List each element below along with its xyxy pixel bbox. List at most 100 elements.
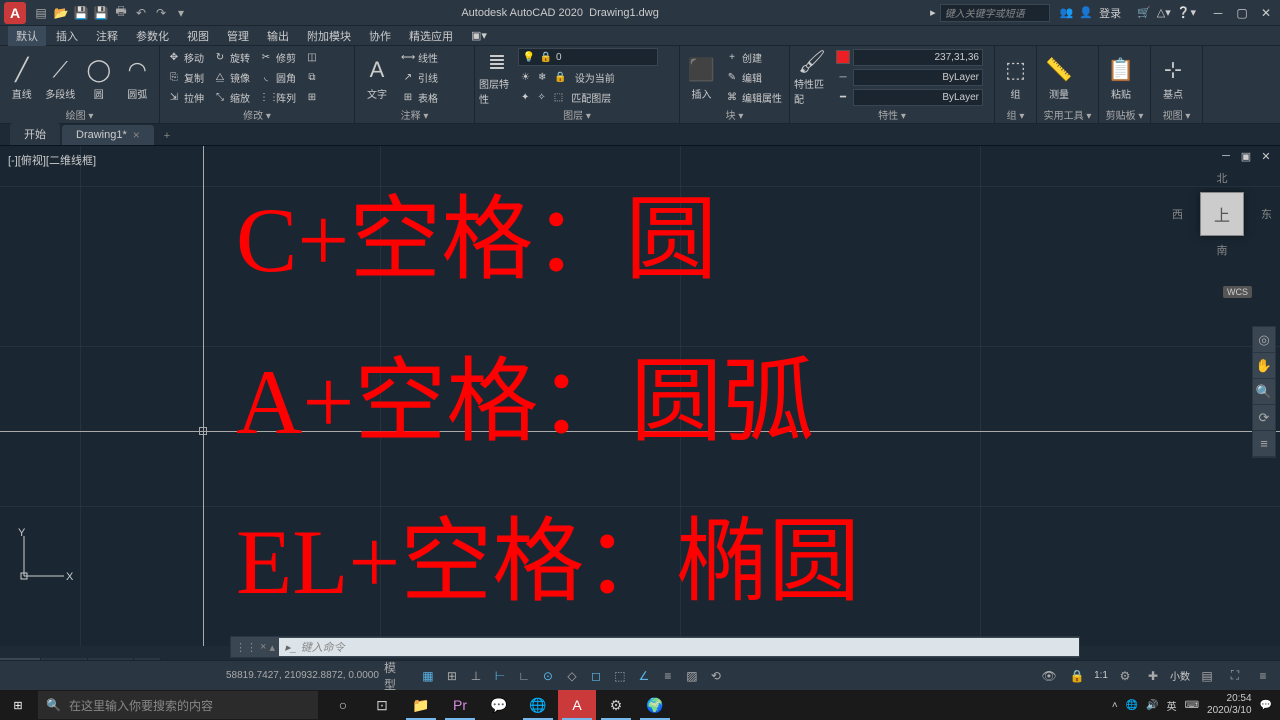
rotate-button[interactable]: ↻旋转 [210,48,253,66]
qat-open-icon[interactable]: 📂 [52,4,70,22]
status-snap-icon[interactable]: ⊞ [441,665,463,687]
insert-block-button[interactable]: ⬛插入 [684,48,719,106]
cmd-grip-icon[interactable]: ⋮⋮ [235,641,257,654]
share-icon[interactable]: 👥 [1060,6,1074,19]
layer-ico5[interactable]: ✧ [534,88,548,106]
tray-net-icon[interactable]: 🌐 [1126,700,1138,711]
tray-notif-icon[interactable]: 💬 [1260,700,1272,711]
tab-collab[interactable]: 协作 [361,26,399,46]
panel-annotate[interactable]: 注释 ▾ [359,106,470,123]
filetab-add-button[interactable]: + [156,127,178,145]
linetype-combo[interactable]: ─ByLayer [833,68,986,86]
status-custom-icon[interactable]: ≡ [1252,665,1274,687]
block-create[interactable]: +创建 [722,48,785,66]
tab-insert[interactable]: 插入 [48,26,86,46]
status-lwt-icon[interactable]: ≡ [657,665,679,687]
close-button[interactable]: ✕ [1256,4,1276,22]
circle-button[interactable]: ◯圆 [81,48,117,106]
status-polar-icon[interactable]: ⊙ [537,665,559,687]
tab-default[interactable]: 默认 [8,26,46,46]
tab-param[interactable]: 参数化 [128,26,177,46]
task-wechat-icon[interactable]: 💬 [480,690,518,720]
tray-keyboard-icon[interactable]: ⌨ [1185,700,1199,711]
layer-ico2[interactable]: ❄ [535,68,549,86]
scale-button[interactable]: ⤡缩放 [210,88,253,106]
wcs-badge[interactable]: WCS [1223,286,1252,298]
app-logo[interactable]: A [4,2,26,24]
line-button[interactable]: ╱直线 [4,48,40,106]
viewcube[interactable]: 北 南 西 东 上 [1182,174,1262,254]
copy-button[interactable]: ⎘复制 [164,68,207,86]
tab-view[interactable]: 视图 [179,26,217,46]
cart-icon[interactable]: 🛒 [1137,6,1151,19]
layer-ico6[interactable]: ⬚ [551,88,566,106]
arc-button[interactable]: ◠圆弧 [120,48,156,106]
qat-saveas-icon[interactable]: 💾 [92,4,110,22]
panel-block[interactable]: 块 ▾ [684,106,785,123]
qat-undo-icon[interactable]: ↶ [132,4,150,22]
color-combo[interactable]: 237,31,36 [833,48,986,66]
mod-ext2-icon[interactable]: ⧉ [302,68,322,86]
status-annoauto-icon[interactable]: ✚ [1142,665,1164,687]
qat-save-icon[interactable]: 💾 [72,4,90,22]
layer-match[interactable]: 匹配图层 [568,88,614,106]
lineweight-combo[interactable]: ━ByLayer [833,88,986,106]
help-icon[interactable]: ❔▾ [1177,6,1196,19]
windows-start-button[interactable]: ⊞ [0,690,36,720]
vp-min-icon[interactable]: ─ [1218,150,1234,164]
qat-new-icon[interactable]: ▤ [32,4,50,22]
task-edge-icon[interactable]: 🌍 [636,690,674,720]
trim-button[interactable]: ✂修剪 [256,48,299,66]
filetab-drawing1[interactable]: Drawing1*× [62,125,154,145]
task-taskview-icon[interactable]: ⊡ [363,690,401,720]
nav-pan-icon[interactable]: ✋ [1253,353,1275,379]
filetab-start[interactable]: 开始 [10,123,60,145]
cmd-close-icon[interactable]: × [260,641,266,653]
panel-clip[interactable]: 剪贴板 ▾ [1103,106,1146,123]
layer-combo[interactable]: 💡🔒0 [518,48,658,66]
windows-search-input[interactable]: 🔍在这里输入你要搜索的内容 [38,691,318,719]
panel-util[interactable]: 实用工具 ▾ [1041,106,1094,123]
status-annomon-icon[interactable]: 👁 [1038,665,1060,687]
tab-addins[interactable]: 附加模块 [299,26,359,46]
block-edit[interactable]: ✎编辑 [722,68,785,86]
nav-orbit-icon[interactable]: ⟳ [1253,405,1275,431]
maximize-button[interactable]: ▢ [1232,4,1252,22]
tab-annotate[interactable]: 注释 [88,26,126,46]
tray-ime[interactable]: 英 [1167,698,1177,713]
panel-props[interactable]: 特性 ▾ [794,106,990,123]
layer-setcurrent[interactable]: 设为当前 [572,68,618,86]
tray-clock[interactable]: 20:542020/3/10 [1207,693,1252,717]
table-button[interactable]: ⊞表格 [398,88,441,106]
mod-ext3-icon[interactable]: ⊞ [302,88,322,106]
command-line[interactable]: ⋮⋮×▴ ▸_键入命令 [230,636,1080,658]
tray-up-icon[interactable]: ˄ [1112,700,1118,711]
status-3dosnap-icon[interactable]: ⬚ [609,665,631,687]
paste-button[interactable]: 📋粘贴 [1103,48,1139,106]
leader-button[interactable]: ↗引线 [398,68,441,86]
status-annoscale-icon[interactable]: 🔒 [1066,665,1088,687]
task-cortana-icon[interactable]: ○ [324,690,362,720]
text-button[interactable]: A文字 [359,48,395,106]
cmd-recent-icon[interactable]: ▴ [269,641,275,654]
drawing-canvas[interactable]: [-][俯视][二维线框] ─ ▣ ✕ C+空格：圆 A+空格：圆弧 EL+空格… [0,146,1280,646]
task-settings-icon[interactable]: ⚙ [597,690,635,720]
basepoint-button[interactable]: ⊹基点 [1155,48,1191,106]
viewcube-top[interactable]: 上 [1200,192,1244,236]
mod-ext1-icon[interactable]: ◫ [302,48,322,66]
panel-view[interactable]: 视图 ▾ [1155,106,1198,123]
qat-more-icon[interactable]: ▾ [172,4,190,22]
status-scale[interactable]: 1:1 [1094,670,1108,681]
status-osnap-icon[interactable]: ◻ [585,665,607,687]
vp-close-icon[interactable]: ✕ [1258,150,1274,164]
tray-vol-icon[interactable]: 🔊 [1146,700,1158,711]
layer-props-button[interactable]: ≣图层特性 [479,48,515,106]
match-props-button[interactable]: 🖌特性匹配 [794,48,830,106]
status-dyn-icon[interactable]: ⊢ [489,665,511,687]
status-model[interactable]: 模型 [383,665,405,687]
block-attr[interactable]: ⌘编辑属性 [722,88,785,106]
status-clean-icon[interactable]: ⛶ [1224,665,1246,687]
layer-ico3[interactable]: 🔒 [551,68,569,86]
task-chrome-icon[interactable]: 🌐 [519,690,557,720]
filetab-close-icon[interactable]: × [133,128,140,142]
